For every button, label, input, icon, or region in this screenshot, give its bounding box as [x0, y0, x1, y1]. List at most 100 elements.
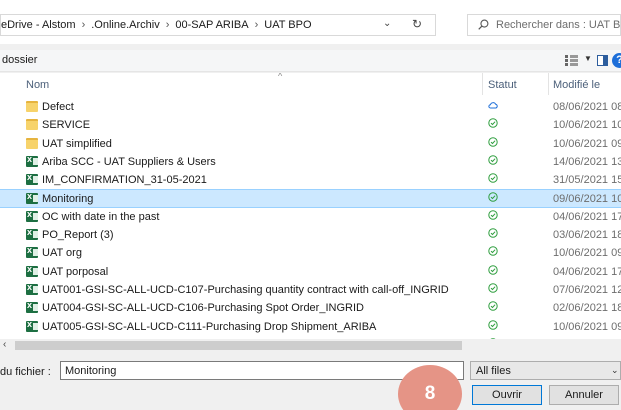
- excel-file-icon: [26, 172, 38, 186]
- file-rows: Defect 08/06/2021 08:58 SERVICE 10/06/2021 …: [0, 98, 621, 339]
- check-circle-icon: [488, 210, 498, 220]
- breadcrumb-item[interactable]: UAT BPO: [264, 19, 311, 31]
- folder-icon: [26, 101, 38, 112]
- check-circle-icon: [488, 301, 498, 311]
- preview-pane-icon[interactable]: [597, 55, 608, 66]
- excel-file-icon: [26, 209, 38, 222]
- file-row[interactable]: UAT simplified 10/06/2021 09:29: [0, 135, 621, 153]
- file-modified-date: 10/06/2021 09:29: [553, 137, 621, 150]
- check-circle-icon: [488, 228, 498, 238]
- file-type-select[interactable]: All files ⌄: [470, 361, 621, 380]
- file-row[interactable]: UAT porposal 04/06/2021 17:43: [0, 263, 621, 281]
- check-circle-icon: [488, 246, 498, 257]
- file-name: UAT004-GSI-SC-ALL-UCD-C106-Purchasing Sp…: [42, 302, 364, 315]
- chevron-down-icon: ⌄: [611, 365, 619, 375]
- excel-file-icon: [26, 282, 38, 295]
- filename-label: du fichier :: [0, 366, 51, 378]
- column-divider[interactable]: [482, 73, 483, 95]
- check-circle-icon: [488, 264, 498, 275]
- file-row[interactable]: UAT004-GSI-SC-ALL-UCD-C106-Purchasing Sp…: [0, 299, 621, 317]
- check-circle-icon: [488, 136, 498, 147]
- file-name: IM_CONFIRMATION_31-05-2021: [42, 174, 207, 187]
- file-modified-date: 31/05/2021 15:34: [553, 174, 621, 187]
- file-name: SERVICE: [42, 119, 91, 132]
- horizontal-scrollbar[interactable]: ‹: [0, 339, 621, 352]
- file-row[interactable]: OC with date in the past 04/06/2021 17:19: [0, 208, 621, 226]
- breadcrumb-item[interactable]: .Online.Archiv: [91, 19, 159, 31]
- file-modified-date: 04/06/2021 17:19: [553, 210, 621, 223]
- check-circle-icon: [488, 319, 498, 330]
- file-name: UAT org: [42, 247, 82, 260]
- column-header-modified[interactable]: Modifié le: [553, 79, 600, 91]
- view-options-icon[interactable]: [565, 55, 578, 66]
- open-button[interactable]: Ouvrir: [472, 385, 542, 405]
- cancel-button[interactable]: Annuler: [549, 385, 619, 405]
- view-dropdown-chevron-icon[interactable]: ▼: [584, 54, 592, 63]
- breadcrumb-separator-icon: ›: [254, 19, 259, 31]
- file-row[interactable]: SERVICE 10/06/2021 10:21: [0, 116, 621, 134]
- file-type-value: All files: [476, 365, 511, 377]
- help-icon[interactable]: ?: [612, 53, 621, 68]
- file-modified-date: 09/06/2021 10:36: [553, 193, 621, 206]
- file-row[interactable]: Ariba SCC - UAT Suppliers & Users 14/06/2…: [0, 153, 621, 171]
- excel-file-icon: [26, 264, 38, 277]
- excel-file-icon: [26, 245, 38, 259]
- file-modified-date: 02/06/2021 18:48: [553, 302, 621, 315]
- file-name: Ariba SCC - UAT Suppliers & Users: [42, 155, 216, 168]
- file-modified-date: 10/06/2021 10:21: [553, 119, 621, 132]
- check-circle-icon: [488, 155, 498, 165]
- folder-icon: [26, 137, 38, 149]
- file-list: ^ Nom Statut Modifié le Defect 08/06/2021…: [0, 73, 621, 339]
- search-input[interactable]: Rechercher dans : UAT BPO: [467, 14, 621, 36]
- file-name: OC with date in the past: [42, 210, 160, 223]
- file-modified-date: 10/06/2021 09:25: [553, 247, 621, 260]
- breadcrumb-separator-icon: ›: [165, 19, 170, 31]
- file-name: UAT simplified: [42, 137, 112, 150]
- file-modified-date: 10/06/2021 09:28: [553, 320, 621, 333]
- file-row[interactable]: UAT005-GSI-SC-ALL-UCD-C111-Purchasing Dr…: [0, 318, 621, 336]
- file-row[interactable]: PO_Report (3) 03/06/2021 18:48: [0, 226, 621, 244]
- file-name: PO_Report (3): [42, 229, 114, 242]
- breadcrumb-item[interactable]: eDrive - Alstom: [1, 19, 76, 31]
- breadcrumb-item[interactable]: 00-SAP ARIBA: [175, 19, 248, 31]
- refresh-icon[interactable]: ↻: [412, 17, 422, 31]
- address-bar[interactable]: eDrive - Alstom › .Online.Archiv › 00-SAP AR…: [0, 14, 436, 36]
- file-row[interactable]: Monitoring 09/06/2021 10:36: [0, 189, 621, 208]
- excel-file-icon: [26, 319, 38, 332]
- scrollbar-thumb[interactable]: [15, 341, 462, 350]
- new-folder-button[interactable]: dossier: [2, 54, 37, 66]
- excel-file-icon: [26, 227, 38, 241]
- file-modified-date: 04/06/2021 17:43: [553, 265, 621, 278]
- check-circle-icon: [488, 118, 498, 128]
- check-circle-icon: [488, 283, 498, 293]
- file-row[interactable]: Defect 08/06/2021 08:58: [0, 98, 621, 116]
- column-header-name[interactable]: Nom: [26, 79, 49, 91]
- file-modified-date: 14/06/2021 13:30: [553, 155, 621, 168]
- search-placeholder: Rechercher dans : UAT BPO: [496, 19, 621, 31]
- file-name: UAT005-GSI-SC-ALL-UCD-C111-Purchasing Dr…: [42, 320, 377, 333]
- check-circle-icon: [488, 173, 498, 183]
- column-header-status[interactable]: Statut: [488, 79, 517, 91]
- toolbar: dossier ▼ ?: [0, 50, 621, 72]
- file-name: UAT001-GSI-SC-ALL-UCD-C107-Purchasing qu…: [42, 283, 449, 296]
- file-modified-date: 07/06/2021 12:47: [553, 283, 621, 296]
- file-modified-date: 08/06/2021 08:58: [553, 101, 621, 113]
- check-circle-icon: [488, 192, 498, 203]
- file-row[interactable]: UAT org 10/06/2021 09:25: [0, 244, 621, 262]
- file-name: Monitoring: [42, 193, 94, 206]
- cloud-icon: [488, 102, 498, 109]
- scroll-left-arrow-icon[interactable]: ‹: [3, 339, 6, 350]
- file-name: UAT porposal: [42, 265, 109, 278]
- address-history-chevron-icon[interactable]: ⌄: [383, 18, 391, 29]
- file-row[interactable]: UAT001-GSI-SC-ALL-UCD-C107-Purchasing qu…: [0, 281, 621, 299]
- file-modified-date: 03/06/2021 18:48: [553, 229, 621, 242]
- sort-ascending-icon: ^: [278, 73, 283, 81]
- column-header-row: ^ Nom Statut Modifié le: [0, 73, 621, 95]
- file-row[interactable]: IM_CONFIRMATION_31-05-2021 31/05/2021 15:…: [0, 171, 621, 189]
- breadcrumb: eDrive - Alstom › .Online.Archiv › 00-SAP AR…: [1, 19, 312, 31]
- address-bar-row: eDrive - Alstom › .Online.Archiv › 00-SAP AR…: [0, 0, 621, 44]
- excel-file-icon: [26, 300, 38, 314]
- excel-file-icon: [26, 191, 38, 205]
- search-icon: [478, 19, 489, 30]
- column-divider[interactable]: [548, 73, 549, 95]
